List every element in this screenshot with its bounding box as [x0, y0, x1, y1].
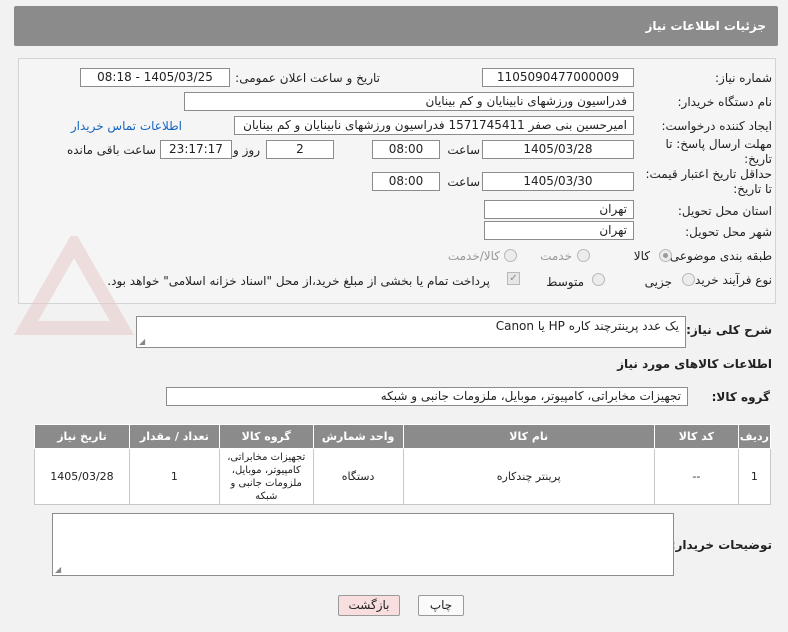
- cell-need-date: 1405/03/28: [34, 448, 130, 505]
- creator-label: ایجاد کننده درخواست:: [661, 119, 772, 133]
- city-field[interactable]: تهران: [484, 221, 634, 240]
- table-row[interactable]: 1 -- پرینتر چندکاره دستگاه تجهیزات مخابر…: [34, 448, 772, 505]
- description-text: یک عدد پرینترچند کاره HP یا Canon: [495, 319, 679, 333]
- deadline-date-field[interactable]: 1405/03/28: [482, 140, 634, 159]
- goods-table: ردیف کد کالا نام کالا واحد شمارش گروه کا…: [34, 424, 772, 505]
- page-header: جزئیات اطلاعات نیاز: [14, 6, 778, 46]
- description-label: شرح کلی نیاز:: [686, 323, 772, 337]
- days-remaining-field[interactable]: 2: [266, 140, 334, 159]
- category-option-goods: کالا: [633, 249, 650, 263]
- description-textarea[interactable]: یک عدد پرینترچند کاره HP یا Canon ◢: [136, 316, 686, 348]
- process-radio-minor[interactable]: [682, 273, 695, 286]
- category-radio-goods-service[interactable]: [504, 249, 517, 262]
- goods-group-field[interactable]: تجهیزات مخابراتی، کامپیوتر، موبایل، ملزو…: [166, 387, 688, 406]
- validity-hour-label: ساعت: [447, 175, 480, 189]
- col-unit: واحد شمارش: [312, 424, 404, 449]
- cell-item-name: پرینتر چندکاره: [402, 448, 655, 505]
- process-option-minor: جزیی: [644, 275, 672, 289]
- col-item-name: نام کالا: [402, 424, 655, 449]
- need-number-field[interactable]: 1105090477000009: [482, 68, 634, 87]
- validity-date-field[interactable]: 1405/03/30: [482, 172, 634, 191]
- category-radio-service[interactable]: [577, 249, 590, 262]
- col-item-group: گروه کالا: [218, 424, 314, 449]
- category-label: طبقه بندی موضوعی:: [665, 249, 772, 263]
- cell-quantity: 1: [128, 448, 220, 505]
- cell-item-group: تجهیزات مخابراتی، کامپیوتر، موبایل، ملزو…: [218, 448, 314, 505]
- buyer-contact-link[interactable]: اطلاعات تماس خریدار: [71, 119, 182, 133]
- deadline-hour-label: ساعت: [447, 143, 480, 157]
- deadline-time-field[interactable]: 08:00: [372, 140, 440, 159]
- buyer-org-field[interactable]: فدراسیون ورزشهای نابینایان و کم بینایان: [184, 92, 634, 111]
- cell-unit: دستگاه: [312, 448, 404, 505]
- deadline-label-2: تاریخ:: [744, 152, 772, 166]
- city-label: شهر محل تحویل:: [685, 225, 772, 239]
- back-button[interactable]: بازگشت: [338, 595, 400, 616]
- buyer-org-label: نام دستگاه خریدار:: [677, 95, 773, 109]
- col-need-date: تاریخ نیاز: [34, 424, 130, 449]
- days-label: روز و: [233, 143, 260, 157]
- col-row-number: ردیف: [737, 424, 772, 449]
- announce-label: تاریخ و ساعت اعلان عمومی:: [235, 71, 380, 85]
- category-radio-goods[interactable]: [659, 249, 672, 262]
- buyer-notes-label: توضیحات خریدار:: [670, 538, 772, 552]
- process-radio-medium[interactable]: [592, 273, 605, 286]
- goods-section-title: اطلاعات کالاهای مورد نیاز: [617, 357, 772, 371]
- validity-label: حداقل تاریخ اعتبار قیمت:: [645, 167, 772, 181]
- category-option-goods-service: کالا/خدمت: [447, 249, 500, 263]
- buyer-notes-textarea[interactable]: ◢: [52, 513, 674, 576]
- cell-item-code: --: [653, 448, 739, 505]
- announce-field[interactable]: 1405/03/25 - 08:18: [80, 68, 230, 87]
- resize-grip-icon[interactable]: ◢: [139, 337, 145, 346]
- goods-group-label: گروه کالا:: [711, 390, 770, 404]
- page-title: جزئیات اطلاعات نیاز: [645, 19, 766, 33]
- province-field[interactable]: تهران: [484, 200, 634, 219]
- need-number-label: شماره نیاز:: [715, 71, 772, 85]
- goods-table-header: ردیف کد کالا نام کالا واحد شمارش گروه کا…: [34, 424, 772, 449]
- treasury-note: پرداخت تمام یا بخشی از مبلغ خرید،از محل …: [107, 274, 490, 288]
- print-button[interactable]: چاپ: [418, 595, 464, 616]
- col-item-code: کد کالا: [653, 424, 739, 449]
- resize-grip-icon[interactable]: ◢: [55, 565, 61, 574]
- process-label: نوع فرآیند خرید :: [687, 273, 772, 287]
- validity-time-field[interactable]: 08:00: [372, 172, 440, 191]
- remaining-label: ساعت باقی مانده: [66, 143, 156, 157]
- validity-label-2: تا تاریخ:: [733, 182, 772, 196]
- province-label: استان محل تحویل:: [677, 204, 772, 218]
- cell-row-number: 1: [737, 448, 772, 505]
- remaining-time-field[interactable]: 23:17:17: [160, 140, 232, 159]
- creator-field[interactable]: امیرحسین بنی صفر 1571745411 فدراسیون ورز…: [234, 116, 634, 135]
- process-option-medium: متوسط: [546, 275, 584, 289]
- treasury-checkbox[interactable]: ✓: [507, 272, 520, 285]
- category-option-service: خدمت: [540, 249, 572, 263]
- col-quantity: تعداد / مقدار: [128, 424, 220, 449]
- deadline-label: مهلت ارسال پاسخ: تا: [665, 137, 772, 151]
